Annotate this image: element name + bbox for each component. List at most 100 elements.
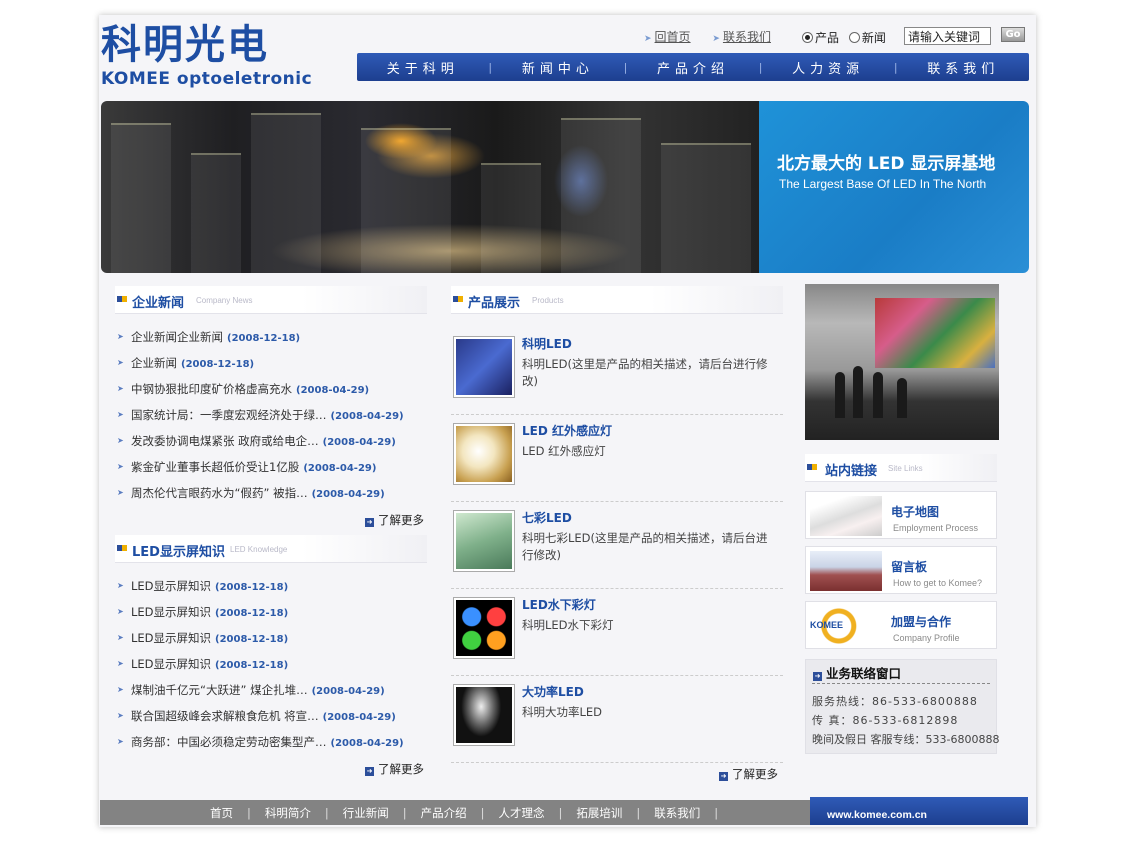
search-input[interactable] [904, 27, 991, 45]
quick-link-guestbook[interactable]: 留言板 How to get to Komee? [805, 546, 997, 594]
product-title[interactable]: LED水下彩灯 [522, 596, 596, 613]
footer-nav: 首页 | 科明简介 | 行业新闻 | 产品介绍 | 人才理念 | 拓展培训 | 联系我们 | [100, 800, 810, 825]
footer-link-training[interactable]: 拓展培训 [576, 805, 622, 821]
section-mark-icon [117, 296, 127, 302]
knowledge-more-link[interactable]: ➜ 了解更多 [365, 761, 424, 777]
knowledge-list: ➤ LED显示屏知识 (2008-12-18) ➤ LED显示屏知识 (2008-12-… [116, 573, 428, 755]
radio-news[interactable]: 新闻 [848, 31, 886, 45]
person-shape [835, 372, 845, 418]
radio-unchecked-icon[interactable] [848, 32, 860, 43]
footer-link-contact[interactable]: 联系我们 [654, 805, 700, 821]
product-thumb[interactable] [453, 336, 515, 398]
footer-divider: | [247, 805, 251, 820]
bullet-arrow-icon: ➤ [117, 332, 124, 341]
list-item[interactable]: ➤ 周杰伦代言眼药水为“假药” 被指… (2008-04-29) [116, 480, 428, 506]
bullet-arrow-icon: ➤ [117, 737, 124, 746]
product-thumb[interactable] [453, 597, 515, 659]
more-arrow-icon: ➜ [719, 772, 728, 781]
top-links: ➤ 回首页 ➤ 联系我们 [644, 28, 789, 45]
arrow-icon: ➤ [644, 34, 652, 44]
person-shape [853, 366, 863, 418]
footer-link-products[interactable]: 产品介绍 [421, 805, 467, 821]
list-item[interactable]: ➤ 中钢协狠批印度矿价格虚高充水 (2008-04-29) [116, 376, 428, 402]
list-item[interactable]: ➤ 企业新闻企业新闻 (2008-12-18) [116, 324, 428, 350]
logo[interactable]: 科明光电 KOMEE optoeletronic [101, 23, 351, 93]
products-more-link[interactable]: ➜ 了解更多 [719, 766, 778, 782]
radio-checked-icon[interactable] [802, 32, 813, 43]
building-shape [361, 128, 451, 273]
footer-link-industry[interactable]: 行业新闻 [343, 805, 389, 821]
nav-hr[interactable]: 人力资源 [762, 58, 893, 77]
led-screen-shape [875, 298, 995, 368]
underwater-lamps-image [456, 600, 512, 656]
product-desc: 科明大功率LED [522, 705, 603, 719]
footer-divider: | [636, 805, 641, 820]
building-shape [661, 143, 751, 273]
quick-link-subtitle: Employment Process [893, 523, 979, 533]
nav-contact[interactable]: 联系我们 [898, 58, 1029, 77]
product-item[interactable]: 大功率LED 科明大功率LED [451, 676, 783, 763]
product-item[interactable]: LED水下彩灯 科明LED水下彩灯 [451, 589, 783, 676]
footer-link-home[interactable]: 首页 [210, 805, 233, 821]
logo-en: KOMEE optoeletronic [101, 69, 313, 89]
list-item[interactable]: ➤ 企业新闻 (2008-12-18) [116, 350, 428, 376]
knowledge-header: LED显示屏知识 LED Knowledge [115, 535, 427, 563]
page: 科明光电 KOMEE optoeletronic ➤ 回首页 ➤ 联系我们 产品 新… [99, 15, 1036, 827]
list-item[interactable]: ➤ 国家统计局：一季度宏观经济处于绿… (2008-04-29) [116, 402, 428, 428]
nav-news[interactable]: 新闻中心 [492, 58, 623, 77]
product-thumb[interactable] [453, 510, 515, 572]
banner-panel: 北方最大的 LED 显示屏基地 The Largest Base Of LED … [759, 101, 1029, 273]
footer-divider: | [324, 805, 329, 820]
list-item[interactable]: ➤ 紫金矿业董事长超低价受让1亿股 (2008-04-29) [116, 454, 428, 480]
contact-box: ➜ 业务联络窗口 服务热线：86-533-6800888 传 真：86-533-6… [805, 659, 999, 754]
footer-url[interactable]: www.komee.com.cn [810, 797, 1028, 825]
nav-about[interactable]: 关于科明 [357, 58, 488, 77]
radio-products[interactable]: 产品 [802, 31, 839, 45]
contact-link[interactable]: 联系我们 [723, 30, 771, 44]
list-item[interactable]: ➤ 商务部：中国必须稳定劳动密集型产… (2008-04-29) [116, 729, 428, 755]
arrow-icon: ➤ [712, 34, 720, 44]
list-item[interactable]: ➤ LED显示屏知识 (2008-12-18) [116, 599, 428, 625]
nav-products[interactable]: 产品介绍 [627, 58, 758, 77]
product-title[interactable]: LED 红外感应灯 [522, 422, 612, 439]
led-image [456, 339, 512, 395]
list-item[interactable]: ➤ LED显示屏知识 (2008-12-18) [116, 651, 428, 677]
building-shape [561, 118, 641, 273]
building-shape [251, 113, 321, 273]
news-title: 企业新闻 [132, 296, 185, 311]
banner-title-en: The Largest Base Of LED In The North [779, 177, 987, 191]
section-mark-icon [453, 296, 463, 302]
home-link[interactable]: 回首页 [655, 30, 691, 44]
products-title: 产品展示 [468, 296, 521, 311]
footer-link-about[interactable]: 科明简介 [265, 805, 311, 821]
list-item[interactable]: ➤ 发改委协调电煤紧张 政府或给电企… (2008-04-29) [116, 428, 428, 454]
list-item[interactable]: ➤ LED显示屏知识 (2008-12-18) [116, 625, 428, 651]
list-item[interactable]: ➤ LED显示屏知识 (2008-12-18) [116, 573, 428, 599]
go-button[interactable]: Go [1001, 27, 1025, 42]
product-item[interactable]: LED 红外感应灯 LED 红外感应灯 [451, 415, 783, 502]
list-item[interactable]: ➤ 煤制油千亿元“大跃进” 煤企扎堆… (2008-04-29) [116, 677, 428, 703]
product-title[interactable]: 科明LED [522, 335, 572, 352]
quick-link-title: 电子地图 [891, 505, 940, 519]
product-title[interactable]: 大功率LED [522, 683, 584, 700]
street-lamp-image [456, 687, 512, 743]
bullet-arrow-icon: ➤ [117, 633, 124, 642]
news-more-link[interactable]: ➜ 了解更多 [365, 512, 424, 528]
person-shape [873, 372, 883, 418]
quick-link-map[interactable]: 电子地图 Employment Process [805, 491, 997, 539]
product-item[interactable]: 科明LED 科明LED(这里是产品的相关描述，请后台进行修改) [451, 328, 783, 415]
links-title: 站内链接 [825, 464, 878, 479]
section-mark-icon [807, 464, 817, 470]
product-item[interactable]: 七彩LED 科明七彩LED(这里是产品的相关描述，请后台进行修改) [451, 502, 783, 589]
bullet-arrow-icon: ➤ [117, 488, 124, 497]
list-item[interactable]: ➤ 联合国超级峰会求解粮食危机 将宣… (2008-04-29) [116, 703, 428, 729]
person-shape [897, 378, 907, 418]
product-title[interactable]: 七彩LED [522, 509, 572, 526]
product-thumb[interactable] [453, 684, 515, 746]
quick-link-partner[interactable]: KOMEE 加盟与合作 Company Profile [805, 601, 997, 649]
building-shape [481, 163, 541, 273]
product-thumb[interactable] [453, 423, 515, 485]
logo-cn: 科明光电 [101, 22, 269, 68]
building-icon [810, 551, 882, 591]
footer-link-talent[interactable]: 人才理念 [499, 805, 545, 821]
